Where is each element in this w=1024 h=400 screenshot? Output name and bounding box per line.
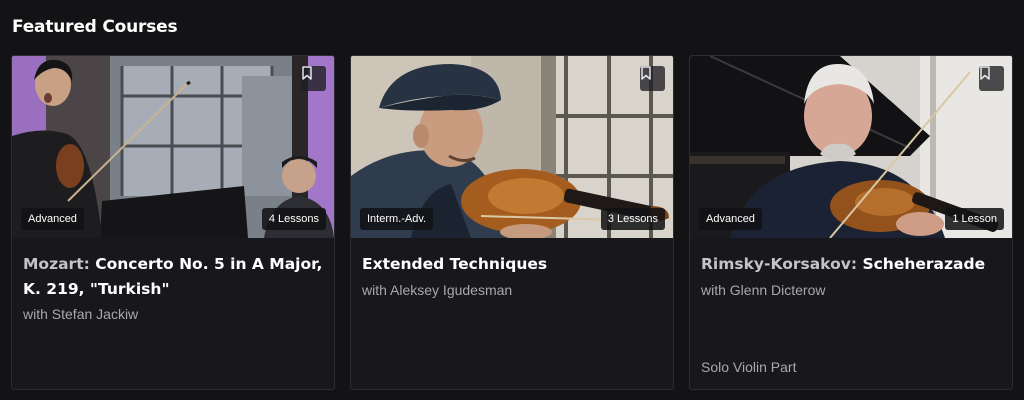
course-thumbnail[interactable]: Interm.-Adv. 3 Lessons xyxy=(351,56,673,238)
level-badge: Advanced xyxy=(21,208,84,230)
course-thumbnail[interactable]: Advanced 4 Lessons xyxy=(12,56,334,238)
course-card-extended-techniques[interactable]: Interm.-Adv. 3 Lessons Extended Techniqu… xyxy=(350,55,674,390)
course-card-mozart[interactable]: Advanced 4 Lessons Mozart: Concerto No. … xyxy=(11,55,335,390)
course-title[interactable]: Rimsky-Korsakov: Scheherazade xyxy=(701,252,1001,277)
bookmark-icon xyxy=(980,66,990,80)
course-composer: Mozart: xyxy=(23,255,90,273)
bookmark-button[interactable] xyxy=(979,66,1004,91)
lesson-count-badge: 4 Lessons xyxy=(261,208,326,230)
course-composer: Rimsky-Korsakov: xyxy=(701,255,858,273)
bookmark-button[interactable] xyxy=(640,66,665,91)
course-instructor: with Glenn Dicterow xyxy=(701,282,826,298)
bookmark-button[interactable] xyxy=(301,66,326,91)
course-title[interactable]: Extended Techniques xyxy=(362,252,662,277)
course-instructor: with Aleksey Igudesman xyxy=(362,282,513,298)
bookmark-icon xyxy=(641,66,651,80)
course-thumbnail[interactable]: Advanced 1 Lesson xyxy=(690,56,1012,238)
section-title: Featured Courses xyxy=(12,17,178,37)
course-work-title: Scheherazade xyxy=(862,255,986,273)
course-note: Solo Violin Part xyxy=(701,359,797,375)
lesson-count-badge: 3 Lessons xyxy=(600,208,665,230)
lesson-count-badge: 1 Lesson xyxy=(945,208,1004,230)
bookmark-icon xyxy=(302,66,312,80)
course-card-scheherazade[interactable]: Advanced 1 Lesson Rimsky-Korsakov: Scheh… xyxy=(689,55,1013,390)
course-instructor: with Stefan Jackiw xyxy=(23,306,139,322)
course-work-title: Extended Techniques xyxy=(362,255,548,273)
course-title[interactable]: Mozart: Concerto No. 5 in A Major, K. 21… xyxy=(23,252,323,302)
level-badge: Advanced xyxy=(699,208,762,230)
level-badge: Interm.-Adv. xyxy=(360,208,434,230)
course-list: Advanced 4 Lessons Mozart: Concerto No. … xyxy=(11,55,1013,390)
